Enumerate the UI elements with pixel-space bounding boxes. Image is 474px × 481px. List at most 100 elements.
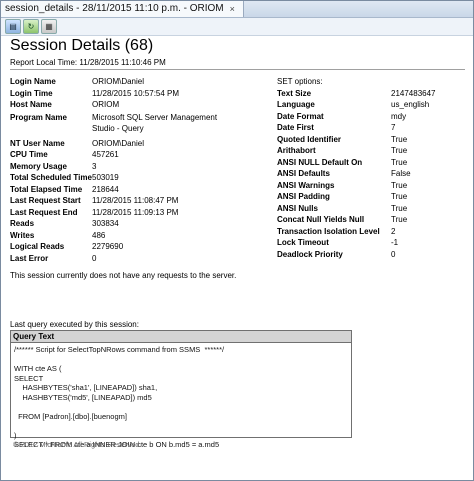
property-value: 457261 (92, 150, 119, 159)
property-label: Last Request Start (10, 196, 81, 205)
option-value: True (391, 192, 408, 201)
option-value: 2147483647 (391, 88, 436, 98)
refresh-icon[interactable]: ↻ (23, 19, 39, 34)
option-row: Lock Timeout -1 (277, 237, 465, 249)
property-value: 11/28/2015 11:08:47 PM (92, 196, 179, 205)
option-value: False (391, 169, 411, 178)
option-label: Quoted Identifier (277, 134, 341, 144)
property-value: 2279690 (92, 242, 124, 251)
property-label: Program Name (10, 112, 67, 122)
option-label: Date First (277, 123, 314, 132)
document-tab[interactable]: session_details - 28/11/2015 11:10 p.m. … (1, 1, 244, 17)
session-row: Program Name Microsoft SQL Server Managem… (10, 111, 220, 135)
option-row: ANSI Defaults False (277, 168, 465, 180)
option-value: True (391, 180, 408, 190)
no-requests-note: This session currently does not have any… (10, 271, 237, 280)
page-title: Session Details (68) (10, 37, 154, 54)
option-value: us_english (391, 100, 430, 109)
option-row: Quoted Identifier True (277, 134, 465, 146)
query-text: /****** Script for SelectTopNRows comman… (14, 345, 225, 449)
property-label: Writes (10, 230, 35, 240)
session-row: Login Time 11/28/2015 10:57:54 PM (10, 88, 220, 100)
option-label: Lock Timeout (277, 238, 329, 247)
property-value: 503019 (92, 173, 119, 182)
property-value: 0 (92, 253, 97, 263)
option-label: Concat Null Yields Null (277, 215, 365, 224)
option-row: Text Size 2147483647 (277, 88, 465, 100)
option-row: Concat Null Yields Null True (277, 214, 465, 226)
property-value: 303834 (92, 219, 119, 228)
property-value: ORIOM (92, 100, 120, 109)
session-properties: Login Name ORIOM\Daniel Login Time 11/28/2… (10, 76, 220, 264)
option-row: ANSI Warnings True (277, 180, 465, 192)
session-row: NT User Name ORIOM\Daniel (10, 138, 220, 150)
report-toolbar: ▤ ↻ ▦ (1, 18, 473, 36)
option-label: Deadlock Priority (277, 249, 343, 259)
session-row: Logical Reads 2279690 (10, 241, 220, 253)
property-label: Memory Usage (10, 161, 67, 171)
property-label: Total Elapsed Time (10, 184, 83, 194)
query-text-table: Query Text /****** Script for SelectTopN… (10, 330, 352, 449)
property-value: 11/28/2015 11:09:13 PM (92, 207, 179, 217)
property-value: 3 (92, 161, 97, 171)
option-label: ANSI Padding (277, 192, 330, 201)
session-row: Host Name ORIOM (10, 99, 220, 111)
option-value: 2 (391, 226, 396, 236)
print-icon[interactable]: ▤ (5, 19, 21, 34)
option-label: Text Size (277, 88, 312, 98)
option-label: ANSI Warnings (277, 180, 335, 190)
property-value: ORIOM\Daniel (92, 138, 145, 148)
option-value: True (391, 146, 408, 155)
option-row: Arithabort True (277, 145, 465, 157)
report-window: session_details - 28/11/2015 11:10 p.m. … (0, 0, 474, 481)
session-row: CPU Time 457261 (10, 149, 220, 161)
property-label: Logical Reads (10, 242, 65, 251)
option-row: Date First 7 (277, 122, 465, 134)
option-row: ANSI Padding True (277, 191, 465, 203)
property-label: Login Name (10, 77, 56, 86)
session-row: Total Scheduled Time 503019 (10, 172, 220, 184)
option-value: -1 (391, 238, 399, 247)
copyright-footer: © 2012 Microsoft. All Rights Reserved. (13, 440, 142, 449)
session-row: Memory Usage 3 (10, 161, 220, 173)
property-label: Last Error (10, 253, 49, 263)
session-row: Writes 486 (10, 230, 220, 242)
property-label: Reads (10, 219, 35, 228)
session-row: Reads 303834 (10, 218, 220, 230)
report-body: Session Details (68) Report Local Time: … (5, 36, 469, 476)
property-label: Total Scheduled Time (10, 173, 92, 182)
session-row: Login Name ORIOM\Daniel (10, 76, 220, 88)
option-row: Transaction Isolation Level 2 (277, 226, 465, 238)
option-row: Date Format mdy (277, 111, 465, 123)
property-label: Login Time (10, 88, 53, 98)
option-value: True (391, 134, 408, 144)
option-row: ANSI Nulls True (277, 203, 465, 215)
divider (10, 69, 465, 70)
property-value: 486 (92, 230, 106, 240)
option-row: ANSI NULL Default On True (277, 157, 465, 169)
option-label: Arithabort (277, 146, 316, 155)
option-row: Deadlock Priority 0 (277, 249, 465, 261)
option-value: True (391, 203, 408, 213)
option-value: 0 (391, 249, 396, 259)
last-query-caption: Last query executed by this session: (10, 320, 139, 329)
option-value: 7 (391, 123, 396, 132)
report-local-time: Report Local Time: 11/28/2015 11:10:46 P… (10, 58, 166, 67)
option-value: True (391, 157, 408, 167)
option-label: ANSI Nulls (277, 203, 318, 213)
property-value: ORIOM\Daniel (92, 77, 145, 86)
export-icon[interactable]: ▦ (41, 19, 57, 34)
tab-close-icon[interactable]: × (230, 1, 235, 17)
option-value: mdy (391, 111, 407, 121)
property-label: CPU Time (10, 150, 48, 159)
session-row: Last Request Start 11/28/2015 11:08:47 PM (10, 195, 220, 207)
property-value: 11/28/2015 10:57:54 PM (92, 88, 180, 98)
option-value: True (391, 215, 408, 224)
session-row: Last Error 0 (10, 253, 220, 265)
property-value: 218644 (92, 184, 119, 194)
tab-title: session_details - 28/11/2015 11:10 p.m. … (5, 3, 224, 14)
option-row: Language us_english (277, 99, 465, 111)
option-label: Date Format (277, 111, 324, 121)
option-label: ANSI NULL Default On (277, 157, 363, 167)
query-text-header: Query Text (11, 331, 351, 343)
